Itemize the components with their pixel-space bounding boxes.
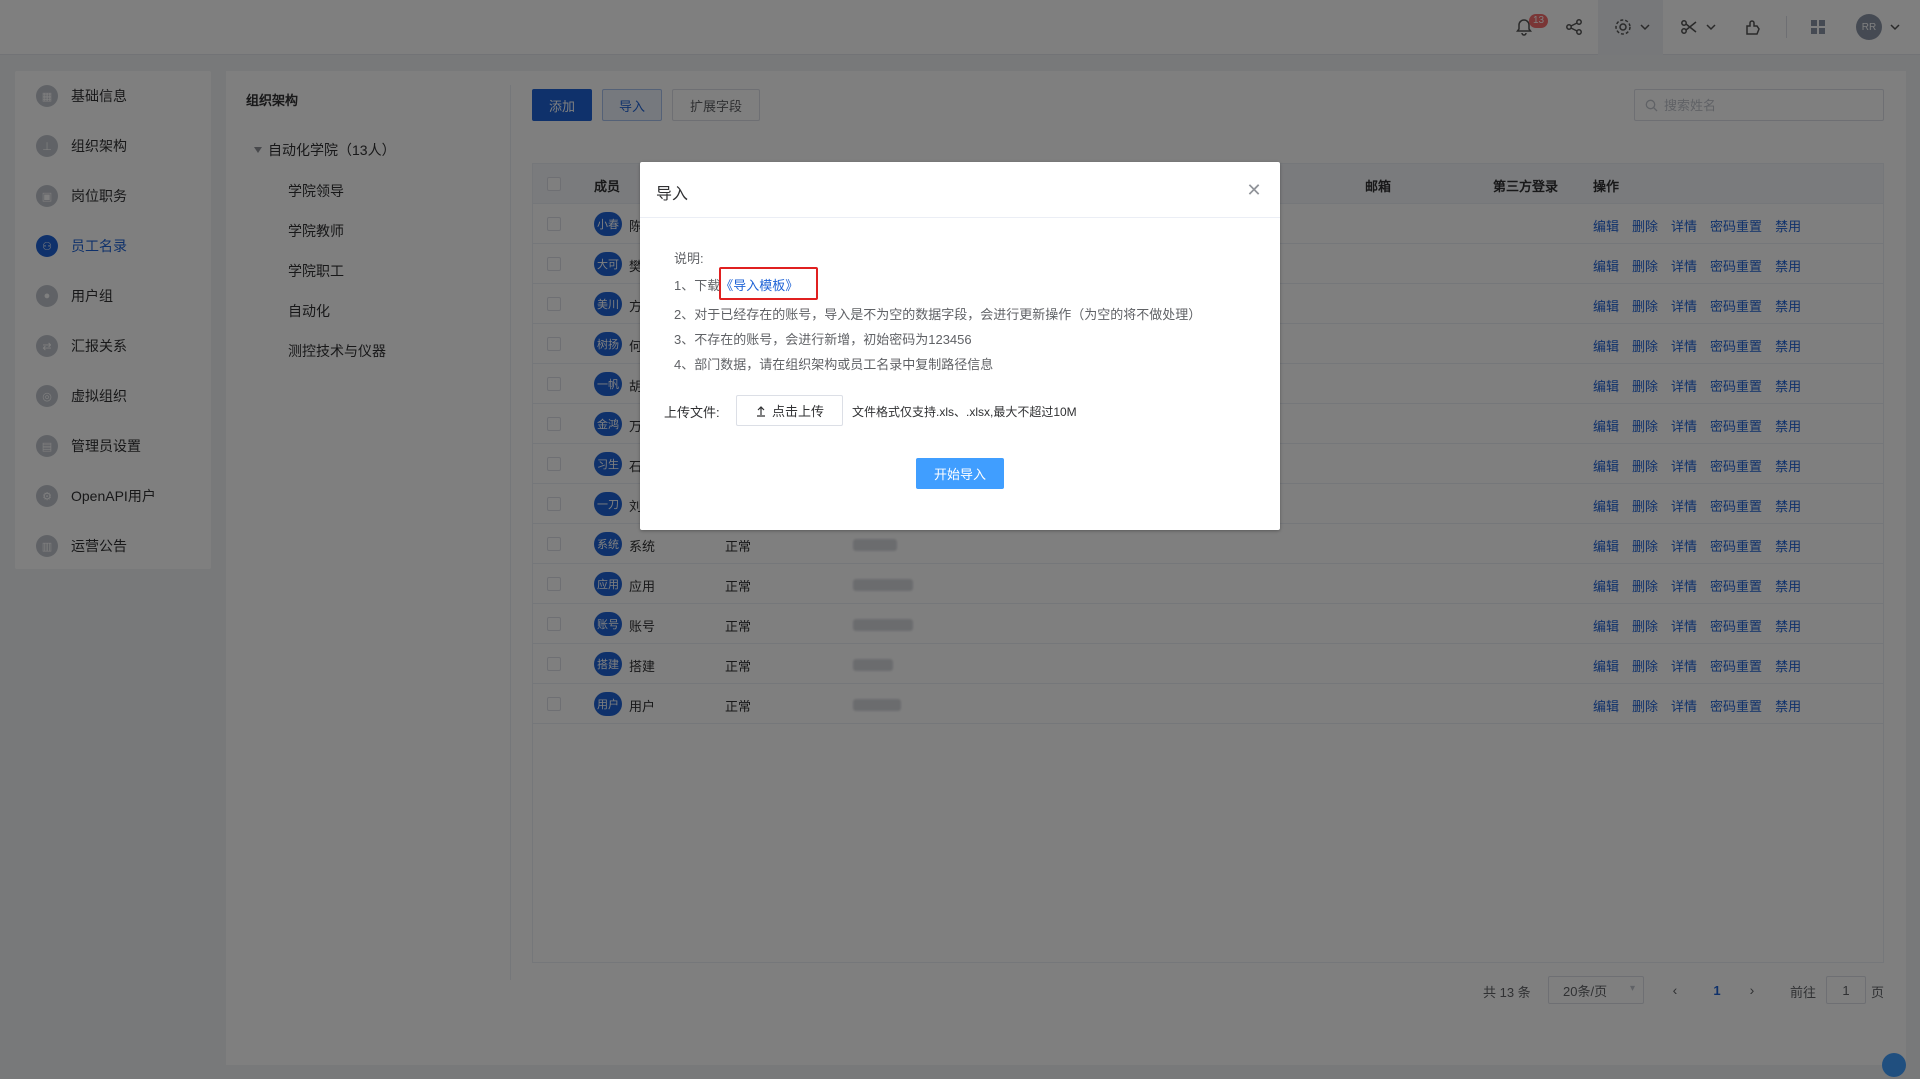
close-icon[interactable]: ✕ [1244,180,1264,200]
import-dialog: 导入 ✕ 说明: 1、下载《导入模板》 2、对于已经存在的账号，导入是不为空的数… [640,162,1280,530]
instruction-line-2: 2、对于已经存在的账号，导入是不为空的数据字段，会进行更新操作（为空的将不做处理… [674,307,1202,322]
dialog-title: 导入 [656,186,689,203]
upload-button-label: 点击上传 [771,404,824,419]
upload-tip: 文件格式仅支持.xls、.xlsx,最大不超过10M [852,405,1077,419]
upload-label: 上传文件: [664,405,720,420]
instruction-line-3: 3、不存在的账号，会进行新增，初始密码为123456 [674,332,972,347]
start-import-button[interactable]: 开始导入 [916,458,1004,489]
dialog-header: 导入 ✕ [640,162,1280,218]
upload-icon [756,405,765,417]
instruction-line-1-prefix: 1、下载 [674,278,721,293]
instruction-label: 说明: [674,251,704,266]
highlight-box [719,267,818,300]
upload-button[interactable]: 点击上传 [736,395,843,426]
instruction-line-4: 4、部门数据，请在组织架构或员工名录中复制路径信息 [674,357,994,372]
